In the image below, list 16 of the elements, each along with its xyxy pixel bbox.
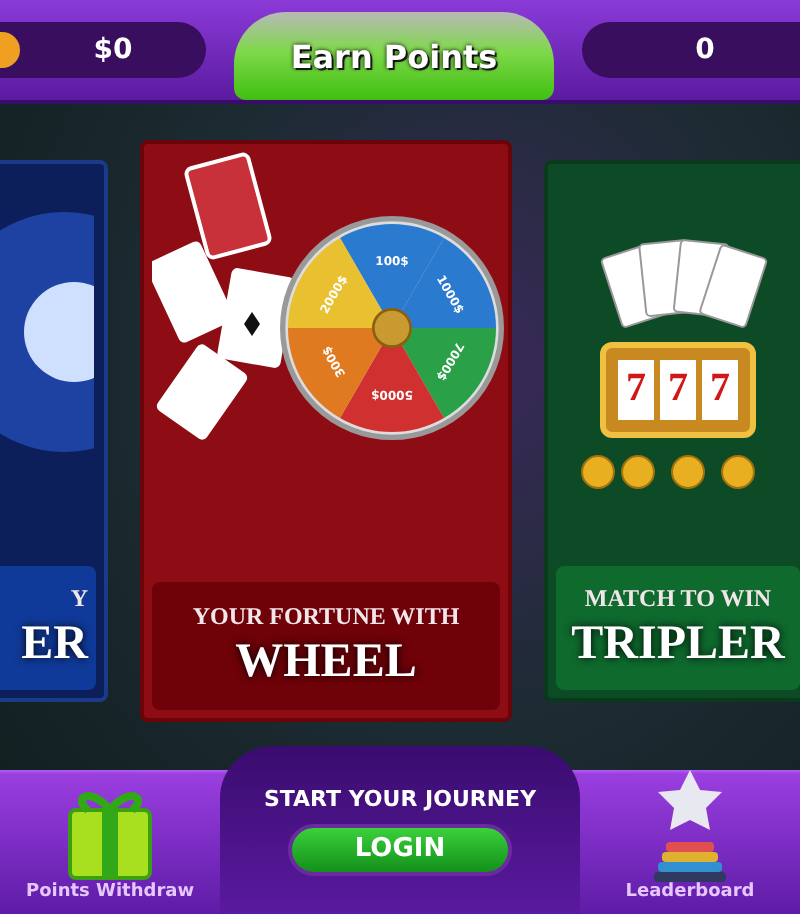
balance-amount: $0 (93, 34, 133, 66)
game-title: TRIPLER (571, 618, 785, 672)
leaderboard-label[interactable]: Leaderboard (625, 882, 755, 902)
game-subtitle: MATCH TO WIN (584, 584, 772, 614)
journey-prompt: START YOUR JOURNEY (263, 785, 537, 811)
game-title: ER (21, 618, 88, 672)
points-withdraw-label[interactable]: Points Withdraw (25, 882, 195, 902)
game-card[interactable]: 7 7 7 MATCH TO WIN TRIPLER (544, 160, 800, 702)
game-card[interactable]: Y ER (0, 160, 108, 702)
slot-reel: 7 (618, 359, 654, 419)
slot-reel: 7 (660, 359, 696, 419)
game-subtitle: Y (70, 584, 88, 614)
game-title: WHEEL (235, 636, 417, 690)
game-subtitle: YOUR FORTUNE WITH (192, 602, 460, 632)
points-count: 0 (695, 34, 715, 66)
slot-reel: 7 (702, 359, 738, 419)
